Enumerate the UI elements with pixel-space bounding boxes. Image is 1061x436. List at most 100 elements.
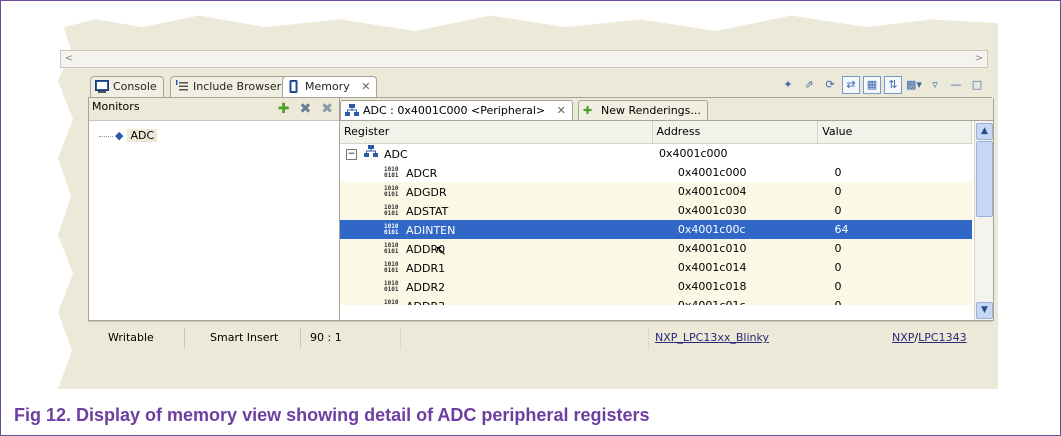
register-name: ADGDR [406,185,447,199]
table-row[interactable]: 1010 0101 ADDR1 0x4001c014 0 [340,258,972,277]
register-address: 0x4001c004 [677,185,747,198]
tab-adc-rendering[interactable]: ADC : 0x4001C000 <Peripheral> ✕ [340,100,573,120]
table-row[interactable]: 1010 0101 ADSTAT 0x4001c030 0 [340,201,972,220]
column-header-register[interactable]: Register [340,121,653,143]
register-value[interactable]: 0 [826,258,972,277]
export-icon[interactable]: ⇗ [800,76,818,94]
tab-include-browser-label: Include Browser [193,80,282,93]
remove-all-monitors-icon[interactable]: ✖ [321,100,333,118]
maximize-icon[interactable]: □ [968,76,986,94]
register-table: Register Address Value − ADC 0x4001c000 … [340,121,973,305]
monitor-diamond-icon: ◆ [115,129,124,142]
status-project-link[interactable]: NXP_LPC13xx_Blinky [655,331,769,344]
grid-layout-icon[interactable]: ▦ [863,76,881,94]
register-value[interactable]: 64 [826,220,972,239]
register-value[interactable]: 0 [826,201,972,220]
link-icon[interactable]: ⇄ [842,76,860,94]
status-target-vendor-link[interactable]: NXP [892,331,914,344]
table-row[interactable]: 10100101 ADDR3 0x4001c01c 0 [340,296,972,305]
include-browser-icon [176,80,188,91]
remove-monitor-icon[interactable]: ✖ [300,100,312,118]
table-row[interactable]: − ADC 0x4001c000 [340,144,972,163]
sync-icon[interactable]: ⟳ [821,76,839,94]
register-name: ADDR2 [406,280,446,294]
table-header: Register Address Value [340,121,973,144]
tab-console-label: Console [113,80,157,93]
status-target-chip-link[interactable]: LPC1343 [918,331,966,344]
peripheral-icon [363,144,378,164]
column-header-address[interactable]: Address [653,121,819,143]
register-bits-icon: 10100101 [384,242,399,255]
table-row[interactable]: 1010 0101 ADDR0 ↖ 0x4001c010 0 [340,239,972,259]
monitor-item-adc[interactable]: ◆ ADC [99,128,158,144]
console-icon [95,80,109,93]
close-icon[interactable]: ✕ [557,104,566,117]
figure-caption: Fig 12. Display of memory view showing d… [14,405,650,425]
scrollbar-thumb[interactable] [976,141,993,217]
register-value[interactable]: 0 [826,296,972,305]
table-row[interactable]: 1010 0101 ADGDR 0x4001c004 0 [340,182,972,201]
minimize-icon[interactable]: — [947,76,965,94]
rendering-tab-bar: ADC : 0x4001C000 <Peripheral> ✕ ✚ New Re… [340,98,993,121]
tree-connector [99,135,113,137]
vertical-scrollbar[interactable]: ▲ ▼ [974,121,993,320]
toggle-view-icon[interactable]: ⇅ [884,76,902,94]
scroll-right-icon[interactable]: > [971,51,987,67]
status-divider [400,328,401,348]
register-bits-icon: 10100101 [384,280,399,293]
tab-adc-rendering-label: ADC : 0x4001C000 <Peripheral> [363,104,546,117]
table-row[interactable]: 1010 0101 ADCR 0x4001c000 0 [340,163,972,182]
view-toolbar: ✦ ⇗ ⟳ ⇄ ▦ ⇅ ▩▾ ▿ — □ [779,76,986,94]
status-writable: Writable [108,331,154,344]
collapse-icon[interactable]: − [346,148,357,160]
register-value [817,144,972,163]
table-row[interactable]: 1010 0101 ADDR2 0x4001c018 0 [340,277,972,296]
view-menu-icon[interactable]: ▿ [926,76,944,94]
horizontal-scrollbar[interactable]: < > [60,50,988,68]
status-divider [648,328,649,348]
new-file-icon[interactable]: ✦ [779,76,797,94]
status-bar: Writable Smart Insert 90 : 1 NXP_LPC13xx… [88,321,992,354]
monitors-pane: Monitors ✚ ✖ ✖ ◆ ADC [89,98,340,320]
tab-new-renderings[interactable]: ✚ New Renderings... [578,100,708,120]
monitors-title: Monitors [92,100,140,113]
close-icon[interactable]: ✕ [361,80,370,93]
register-address: 0x4001c010 [677,242,747,255]
table-row-selected[interactable]: 1010 0101 ADINTEN 0x4001c00c 64 [340,220,972,239]
column-header-value[interactable]: Value [818,121,973,143]
register-name: ADDR1 [406,261,446,275]
register-name: ADSTAT [406,204,449,218]
add-rendering-icon: ✚ [583,104,593,117]
register-value[interactable]: 0 [826,182,972,201]
register-name: ADCR [406,166,438,180]
monitor-item-label: ADC [127,129,158,142]
monitors-header: Monitors ✚ ✖ ✖ [89,98,339,121]
scroll-left-icon[interactable]: < [61,51,77,67]
scroll-down-icon[interactable]: ▼ [976,302,993,319]
view-tab-bar: Console Include Browser Memory ✕ ✦ ⇗ ⟳ ⇄… [88,73,992,98]
status-cursor-position: 90 : 1 [310,331,342,344]
register-bits-icon: 10100101 [384,166,399,179]
format-menu-icon[interactable]: ▩▾ [905,76,923,94]
register-bits-icon: 10100101 [384,299,399,306]
memory-icon [289,80,298,93]
register-address: 0x4001c00c [677,223,746,236]
register-value[interactable]: 0 [826,277,972,296]
register-address: 0x4001c014 [677,261,747,274]
status-target: NXP/LPC1343 [892,331,967,344]
memory-view-panel: Monitors ✚ ✖ ✖ ◆ ADC ADC : 0x4001C000 <Pe… [88,98,994,321]
add-monitor-icon[interactable]: ✚ [278,100,290,118]
register-bits-icon: 10100101 [384,185,399,198]
register-bits-icon: 10100101 [384,223,399,236]
status-divider [300,328,301,348]
register-bits-icon: 10100101 [384,204,399,217]
register-address: 0x4001c018 [677,280,747,293]
tab-console[interactable]: Console [90,76,164,97]
register-value[interactable]: 0 [826,239,972,258]
register-value[interactable]: 0 [826,163,972,182]
tab-memory[interactable]: Memory ✕ [282,76,378,97]
scroll-up-icon[interactable]: ▲ [976,123,993,140]
tab-include-browser[interactable]: Include Browser [170,76,289,97]
tab-memory-label: Memory [305,80,350,93]
register-name: ADDR3 [406,297,445,306]
